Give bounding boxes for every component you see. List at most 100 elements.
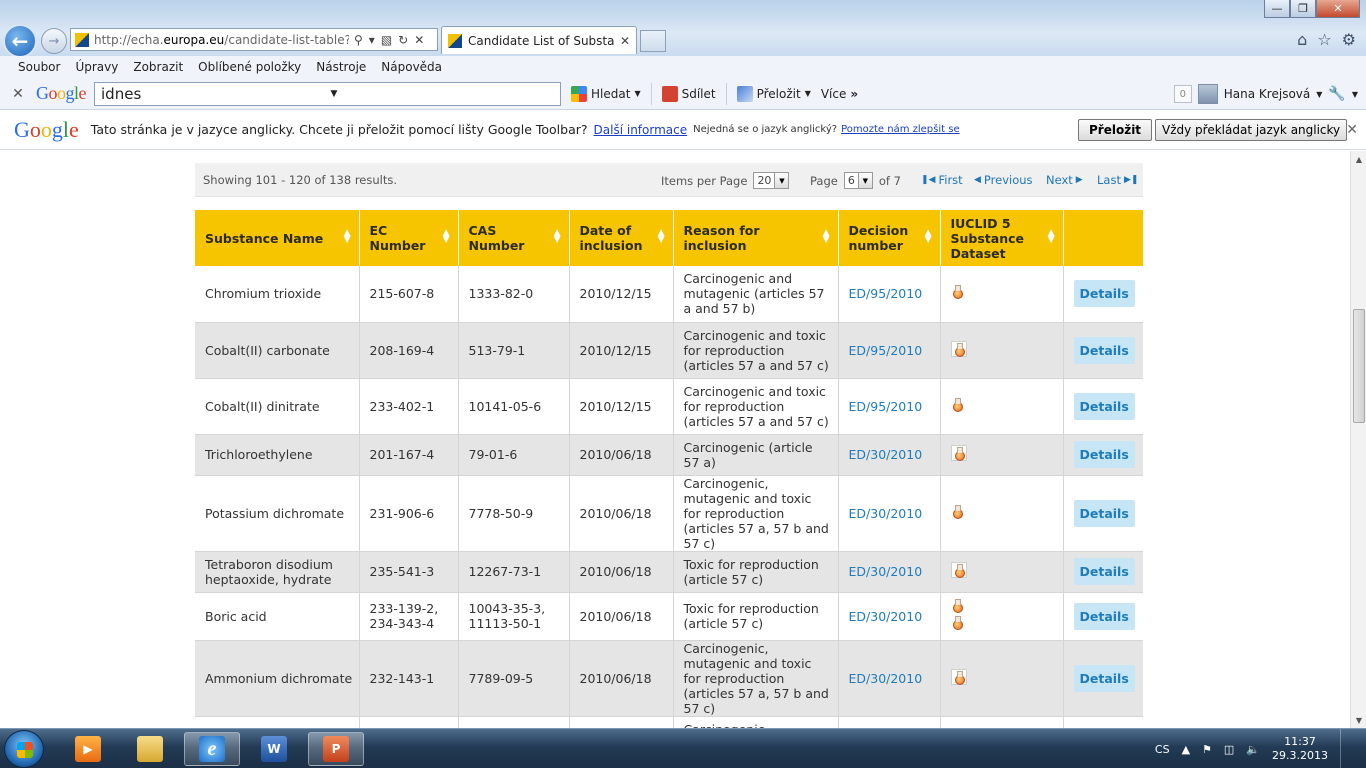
taskbar-internet-explorer[interactable]: e <box>184 732 240 766</box>
close-toolbar-icon[interactable]: ✕ <box>0 86 36 102</box>
close-window-button[interactable]: ✕ <box>1316 0 1360 18</box>
site-favicon-icon <box>75 32 89 47</box>
items-per-page-select[interactable]: 20 ▼ <box>753 172 790 189</box>
decision-link[interactable]: ED/30/2010 <box>838 434 941 476</box>
volume-icon[interactable]: 🔈 <box>1246 743 1260 756</box>
flask-icon[interactable] <box>951 285 963 300</box>
user-name[interactable]: Hana Krejsová <box>1224 87 1310 101</box>
decision-link[interactable]: ED/30/2010 <box>838 592 941 641</box>
scroll-down-icon[interactable]: ▼ <box>1351 712 1366 728</box>
header-cas-number[interactable]: CAS Number ▲ ▼ <box>458 210 570 266</box>
menu-nastroje[interactable]: Nástroje <box>316 60 366 74</box>
header-reason-for-inclusion[interactable]: Reason for inclusion ▲ ▼ <box>673 210 839 266</box>
action-center-flag-icon[interactable]: ⚑ <box>1202 743 1212 756</box>
previous-page-link[interactable]: ◀ Previous <box>974 173 1033 187</box>
details-button[interactable]: Details <box>1073 499 1135 527</box>
translate-button[interactable]: Přeložit ▼ <box>736 85 811 102</box>
header-iuclid-dataset[interactable]: IUCLID 5 Substance Dataset ▲ ▼ <box>940 210 1064 266</box>
scroll-up-icon[interactable]: ▲ <box>1351 151 1366 167</box>
menu-upravy[interactable]: Úpravy <box>75 60 118 74</box>
details-button[interactable]: Details <box>1073 336 1135 364</box>
address-bar[interactable]: http://echa.europa.eu/candidate-list-tab… <box>70 28 438 51</box>
show-hidden-icons-icon[interactable]: ▲ <box>1182 743 1190 756</box>
chevron-down-icon[interactable]: ▼ <box>1316 90 1322 99</box>
menu-soubor[interactable]: Soubor <box>18 60 60 74</box>
flask-icon[interactable] <box>951 599 963 613</box>
translate-page-button[interactable]: Přeložit <box>1078 119 1153 141</box>
header-ec-number[interactable]: EC Number ▲ ▼ <box>359 210 459 266</box>
taskbar-media-player[interactable]: ▶ <box>60 732 116 766</box>
more-info-link[interactable]: Další informace <box>594 123 688 137</box>
google-search-button[interactable]: Hledat ▼ <box>571 85 641 102</box>
sort-icon: ▲ ▼ <box>553 228 561 245</box>
notification-count-badge[interactable]: 0 <box>1173 85 1192 103</box>
favorites-star-icon[interactable]: ☆ <box>1317 30 1331 49</box>
details-button[interactable]: Details <box>1073 392 1135 420</box>
always-translate-button[interactable]: Vždy překládat jazyk anglicky <box>1155 119 1348 141</box>
taskbar-word[interactable]: W <box>246 732 302 766</box>
header-decision-number[interactable]: Decision number ▲ ▼ <box>838 210 941 266</box>
decision-link[interactable] <box>838 716 941 728</box>
close-translate-bar-icon[interactable]: ✕ <box>1346 122 1358 138</box>
flask-icon[interactable] <box>951 504 963 519</box>
wrench-icon[interactable]: 🔧 <box>1328 86 1345 102</box>
details-button[interactable]: Details <box>1073 441 1135 468</box>
refresh-icon[interactable]: ↻ <box>398 33 408 47</box>
forward-button[interactable]: → <box>41 28 67 54</box>
decision-link[interactable]: ED/95/2010 <box>838 378 941 435</box>
google-search-input[interactable]: idnes ▼ <box>94 81 562 106</box>
decision-link[interactable]: ED/95/2010 <box>838 266 941 323</box>
menu-zobrazit[interactable]: Zobrazit <box>133 60 183 74</box>
back-button[interactable]: ← <box>3 24 37 58</box>
flask-icon[interactable] <box>951 616 963 630</box>
more-button[interactable]: Více » <box>821 87 858 101</box>
close-tab-icon[interactable]: ✕ <box>620 34 630 48</box>
details-button[interactable]: Details <box>1073 664 1135 692</box>
menu-oblibene[interactable]: Oblíbené položky <box>198 60 301 74</box>
taskbar-powerpoint[interactable]: P <box>308 732 364 766</box>
first-page-link[interactable]: ❚◀ First <box>921 173 963 187</box>
address-url[interactable]: http://echa.europa.eu/candidate-list-tab… <box>94 33 349 47</box>
settings-gear-icon[interactable]: ⚙ <box>1342 30 1356 49</box>
header-date-of-inclusion[interactable]: Date of inclusion ▲ ▼ <box>569 210 674 266</box>
home-icon[interactable]: ⌂ <box>1297 30 1307 49</box>
dropdown-arrow-icon[interactable]: ▾ <box>369 33 375 47</box>
scroll-thumb[interactable] <box>1353 309 1365 423</box>
last-page-link[interactable]: Last ▶❚ <box>1097 173 1138 187</box>
start-button[interactable] <box>4 730 44 768</box>
minimize-button[interactable]: — <box>1264 0 1290 18</box>
cell-substance-name: Chromium trioxide <box>195 266 360 323</box>
new-tab-button[interactable] <box>640 30 666 52</box>
avatar[interactable] <box>1197 84 1218 104</box>
search-icon[interactable]: ⚲ <box>354 33 363 47</box>
translate-bar: Google Tato stránka je v jazyce anglicky… <box>0 110 1366 150</box>
taskbar-explorer[interactable] <box>122 732 178 766</box>
help-improve-link[interactable]: Pomozte nám zlepšit se <box>841 124 960 135</box>
details-button[interactable]: Details <box>1073 558 1135 585</box>
share-button[interactable]: Sdílet <box>661 85 716 102</box>
show-desktop-button[interactable] <box>1340 729 1352 768</box>
stop-icon[interactable]: ✕ <box>414 33 424 47</box>
language-indicator[interactable]: CS <box>1155 743 1170 756</box>
header-substance-name[interactable]: Substance Name ▲ ▼ <box>195 210 360 266</box>
maximize-button[interactable]: ❐ <box>1290 0 1316 18</box>
menu-napoveda[interactable]: Nápověda <box>381 60 442 74</box>
vertical-scrollbar[interactable]: ▲ ▼ <box>1350 151 1366 728</box>
next-page-link[interactable]: Next ▶ <box>1046 173 1083 187</box>
chevron-down-icon[interactable]: ▼ <box>1352 90 1358 99</box>
flask-icon <box>953 342 965 357</box>
decision-link[interactable]: ED/30/2010 <box>838 475 941 552</box>
chevron-down-icon[interactable]: ▼ <box>331 89 561 99</box>
details-button[interactable]: Details <box>1073 602 1135 630</box>
decision-link[interactable]: ED/30/2010 <box>838 640 941 717</box>
compatibility-view-icon[interactable]: ▧ <box>381 33 392 47</box>
details-button[interactable]: Details <box>1073 280 1135 308</box>
page-select[interactable]: 6 ▼ <box>843 172 873 189</box>
decision-link[interactable]: ED/95/2010 <box>838 322 941 379</box>
flask-icon[interactable] <box>951 397 963 412</box>
cell-reason: Carcinogenic and mutagenic (articles 57 … <box>673 266 839 323</box>
tab-candidate-list[interactable]: Candidate List of Substance... ✕ <box>441 26 637 54</box>
decision-link[interactable]: ED/30/2010 <box>838 551 941 593</box>
clock[interactable]: 11:37 29.3.2013 <box>1272 735 1328 763</box>
network-icon[interactable]: ◫ <box>1224 743 1234 756</box>
